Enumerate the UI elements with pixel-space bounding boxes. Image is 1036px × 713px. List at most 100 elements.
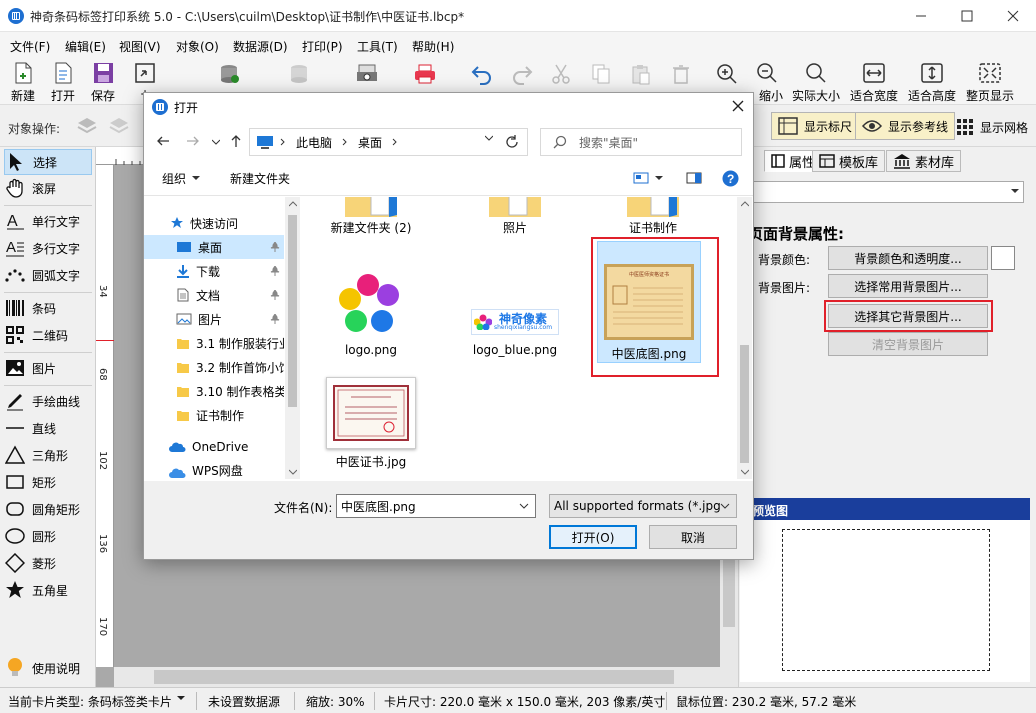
fit-page-button[interactable]: 整页显示 bbox=[964, 61, 1016, 104]
scroll-down-icon[interactable] bbox=[289, 469, 297, 475]
save-button[interactable]: 保存 bbox=[88, 61, 118, 104]
tool-image[interactable]: 图片 bbox=[4, 355, 92, 381]
layer-up-icon[interactable] bbox=[76, 115, 98, 137]
tool-single-text[interactable]: A 单行文字 bbox=[4, 208, 92, 234]
nav-quick-access[interactable]: 快速访问 bbox=[170, 211, 299, 235]
maximize-button[interactable] bbox=[944, 0, 990, 32]
copy-icon[interactable] bbox=[590, 63, 612, 85]
nav-downloads[interactable]: 下载 bbox=[144, 259, 284, 283]
menu-print[interactable]: 打印(P) bbox=[302, 38, 343, 55]
file-item-photos[interactable]: 照片 bbox=[463, 197, 567, 236]
back-arrow-icon[interactable] bbox=[156, 135, 170, 147]
show-ruler-toggle[interactable]: 显示标尺 bbox=[771, 112, 860, 140]
menu-view[interactable]: 视图(V) bbox=[119, 38, 161, 55]
up-arrow-icon[interactable] bbox=[230, 134, 242, 148]
menu-object[interactable]: 对象(O) bbox=[176, 38, 219, 55]
file-item-new-folder-2[interactable]: 新建文件夹 (2) bbox=[319, 197, 423, 236]
tool-help[interactable]: 使用说明 bbox=[4, 655, 92, 681]
tool-multi-text[interactable]: A 多行文字 bbox=[4, 235, 92, 261]
scroll-down-icon[interactable] bbox=[741, 469, 749, 475]
nav-wps-drive[interactable]: WPS网盘 bbox=[144, 461, 284, 479]
actual-size-button[interactable]: 实际大小 bbox=[790, 61, 842, 104]
new-folder-button[interactable]: 新建文件夹 bbox=[230, 165, 290, 191]
recent-chevron-icon[interactable] bbox=[212, 139, 220, 145]
nav-onedrive[interactable]: OneDrive bbox=[144, 435, 284, 459]
tool-qrcode[interactable]: 二维码 bbox=[4, 322, 92, 348]
delete-icon[interactable] bbox=[670, 63, 692, 85]
nav-folder-certificate[interactable]: 证书制作 bbox=[144, 403, 284, 427]
print-preview-icon[interactable] bbox=[355, 63, 379, 85]
tool-select[interactable]: 选择 bbox=[4, 149, 92, 175]
menu-help[interactable]: 帮助(H) bbox=[412, 38, 454, 55]
zoom-in-icon[interactable] bbox=[716, 63, 738, 85]
tool-barcode[interactable]: 条码 bbox=[4, 295, 92, 321]
status-card-type[interactable]: 当前卡片类型: 条码标签类卡片 bbox=[8, 693, 172, 710]
layer-down-icon[interactable] bbox=[108, 115, 130, 137]
fit-height-button[interactable]: 适合高度 bbox=[906, 61, 958, 104]
object-selector[interactable] bbox=[748, 181, 1024, 203]
forward-arrow-icon[interactable] bbox=[186, 135, 200, 147]
search-box[interactable]: 搜索"桌面" bbox=[540, 128, 742, 156]
help-icon[interactable]: ? bbox=[722, 170, 739, 187]
database-icon[interactable] bbox=[218, 63, 240, 85]
filename-dropdown-icon[interactable] bbox=[519, 503, 529, 509]
tool-freehand[interactable]: 手绘曲线 bbox=[4, 388, 92, 414]
nav-documents[interactable]: 文档 bbox=[144, 283, 284, 307]
open-button[interactable]: 打开 bbox=[48, 61, 78, 104]
file-item-logo-png[interactable]: logo.png bbox=[319, 267, 423, 357]
fit-width-button[interactable]: 适合宽度 bbox=[848, 61, 900, 104]
dialog-close-icon[interactable] bbox=[732, 100, 744, 112]
file-item-logo-blue-png[interactable]: 神奇像素 shenqixiangsu.com logo_blue.png bbox=[463, 267, 567, 357]
database-disabled-icon[interactable] bbox=[288, 63, 310, 85]
breadcrumb-this-pc[interactable]: 此电脑 bbox=[296, 134, 332, 151]
menu-file[interactable]: 文件(F) bbox=[10, 38, 50, 55]
file-item-tcm-certificate-jpg[interactable]: 中医证书.jpg bbox=[319, 377, 423, 470]
horizontal-scrollbar[interactable] bbox=[114, 667, 720, 687]
nav-scrollbar[interactable] bbox=[285, 197, 300, 479]
show-grid-toggle[interactable]: 显示网格 bbox=[956, 118, 1028, 136]
scroll-thumb[interactable] bbox=[154, 670, 674, 684]
nav-folder-3-2[interactable]: 3.2 制作首饰小饰 bbox=[144, 355, 284, 379]
minimize-button[interactable] bbox=[898, 0, 944, 32]
nav-pictures[interactable]: 图片 bbox=[144, 307, 284, 331]
tool-rounded-rect[interactable]: 圆角矩形 bbox=[4, 496, 92, 522]
cut-icon[interactable] bbox=[550, 63, 572, 85]
menu-datasource[interactable]: 数据源(D) bbox=[233, 38, 288, 55]
view-mode-icon[interactable] bbox=[633, 172, 649, 184]
tool-line[interactable]: 直线 bbox=[4, 415, 92, 441]
tool-scroll[interactable]: 滚屏 bbox=[4, 175, 92, 201]
cancel-button[interactable]: 取消 bbox=[649, 525, 737, 549]
scroll-thumb[interactable] bbox=[740, 345, 749, 463]
show-guides-toggle[interactable]: 显示参考线 bbox=[855, 112, 956, 140]
nav-desktop[interactable]: 桌面 bbox=[144, 235, 284, 259]
print-icon[interactable] bbox=[413, 63, 437, 85]
paste-icon[interactable] bbox=[630, 63, 652, 85]
clear-bg-button[interactable]: 清空背景图片 bbox=[828, 332, 988, 356]
tool-circle[interactable]: 圆形 bbox=[4, 523, 92, 549]
file-item-certificate-folder[interactable]: 证书制作 bbox=[601, 197, 705, 236]
address-bar[interactable]: 此电脑 桌面 bbox=[249, 128, 528, 156]
address-dropdown-icon[interactable] bbox=[485, 135, 493, 141]
scroll-thumb[interactable] bbox=[288, 215, 297, 407]
redo-icon[interactable] bbox=[510, 63, 534, 85]
common-bg-button[interactable]: 选择常用背景图片... bbox=[828, 274, 988, 298]
filename-input[interactable]: 中医底图.png bbox=[336, 494, 536, 518]
scroll-up-icon[interactable] bbox=[289, 201, 297, 207]
preview-pane-icon[interactable] bbox=[686, 172, 702, 184]
scroll-up-icon[interactable] bbox=[741, 201, 749, 207]
zoom-out-button[interactable]: 缩小 bbox=[750, 61, 784, 104]
tab-materials[interactable]: 素材库 bbox=[886, 150, 962, 172]
menu-edit[interactable]: 编辑(E) bbox=[65, 38, 106, 55]
view-dropdown-icon[interactable] bbox=[655, 175, 663, 181]
open-button[interactable]: 打开(O) bbox=[549, 525, 637, 549]
tool-triangle[interactable]: 三角形 bbox=[4, 442, 92, 468]
tool-diamond[interactable]: 菱形 bbox=[4, 550, 92, 576]
bg-color-button[interactable]: 背景颜色和透明度... bbox=[828, 246, 988, 270]
undo-icon[interactable] bbox=[470, 63, 494, 85]
tool-star[interactable]: 五角星 bbox=[4, 577, 92, 603]
nav-folder-3-10[interactable]: 3.10 制作表格类 bbox=[144, 379, 284, 403]
file-type-select[interactable]: All supported formats (*.jpg bbox=[549, 494, 737, 518]
tab-templates[interactable]: 模板库 bbox=[812, 150, 886, 172]
tool-rectangle[interactable]: 矩形 bbox=[4, 469, 92, 495]
tool-arc-text[interactable]: 圆弧文字 bbox=[4, 262, 92, 288]
